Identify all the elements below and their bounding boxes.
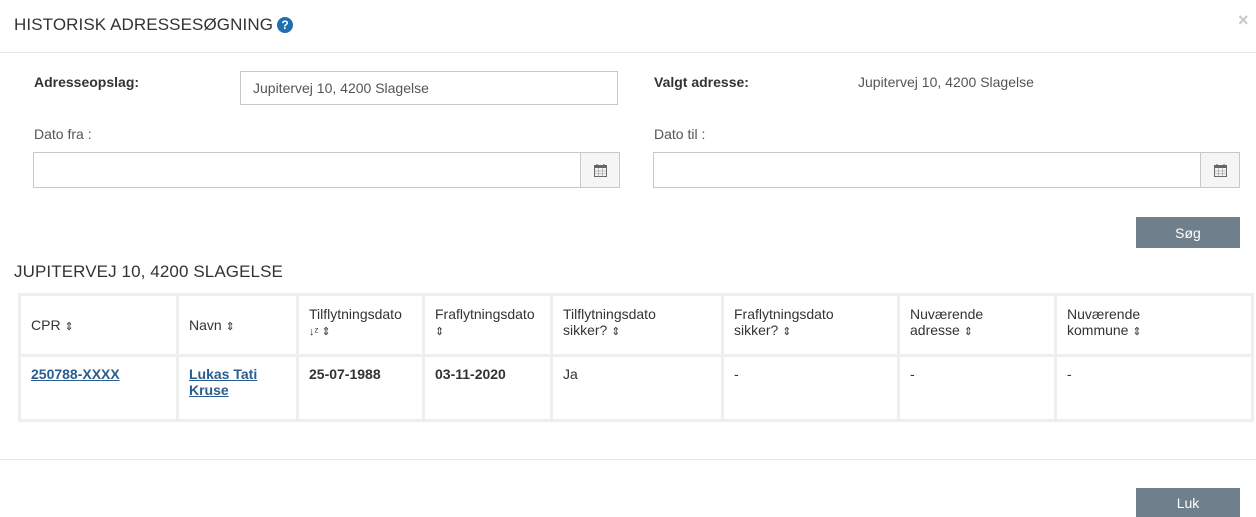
close-icon[interactable]: × xyxy=(1238,10,1249,31)
date-from-label: Dato fra : xyxy=(34,126,92,142)
sort-icon[interactable]: ⇕ xyxy=(611,326,620,338)
column-header-tilflytningsdato[interactable]: Tilflytningsdato ↓ᶻ ⇕ xyxy=(299,296,425,357)
sort-icon[interactable]: ⇕ xyxy=(964,326,973,338)
column-header-navn[interactable]: Navn ⇕ xyxy=(179,296,299,357)
column-header-cpr[interactable]: CPR ⇕ xyxy=(21,296,179,357)
table-header-row: CPR ⇕ Navn ⇕ Tilflytningsdato ↓ᶻ ⇕ Frafl… xyxy=(21,296,1251,357)
column-header-label: Tilflytningsdato xyxy=(563,306,656,322)
column-header-label: Tilflytningsdato xyxy=(309,306,402,322)
sort-icon[interactable]: ⇕ xyxy=(318,326,331,338)
date-to-calendar-button[interactable] xyxy=(1200,152,1240,188)
column-header-nuvaerende-kommune[interactable]: Nuværende kommune ⇕ xyxy=(1057,296,1251,357)
table-row: 250788-XXXX Lukas Tati Kruse 25-07-1988 0… xyxy=(21,357,1251,419)
footer-divider xyxy=(0,459,1256,460)
name-link-line1: Lukas Tati xyxy=(189,366,258,382)
cell-cpr: 250788-XXXX xyxy=(21,357,179,419)
column-header-label: Nuværende xyxy=(1067,306,1141,322)
date-from-input[interactable] xyxy=(33,152,580,188)
column-header-fraflytning-sikker[interactable]: Fraflytningsdato sikker? ⇕ xyxy=(724,296,900,357)
selected-address-value: Jupitervej 10, 4200 Slagelse xyxy=(858,74,1034,90)
search-button[interactable]: Søg xyxy=(1136,217,1240,248)
modal-title: HISTORISK ADRESSESØGNING ? xyxy=(14,15,294,35)
column-header-nuvaerende-adresse[interactable]: Nuværende adresse ⇕ xyxy=(900,296,1057,357)
modal-header: HISTORISK ADRESSESØGNING ? × xyxy=(0,0,1256,53)
column-header-label: Navn xyxy=(189,317,222,333)
column-header-label: Fraflytningsdato xyxy=(734,306,834,322)
date-to-group xyxy=(653,152,1240,188)
cell-tilflytningsdato: 25-07-1988 xyxy=(299,357,425,419)
cell-fraflytningsdato: 03-11-2020 xyxy=(425,357,553,419)
help-icon[interactable]: ? xyxy=(277,17,294,33)
results-title: JUPITERVEJ 10, 4200 SLAGELSE xyxy=(14,262,283,281)
column-header-label: Fraflytningsdato xyxy=(435,306,535,322)
column-header-label: CPR xyxy=(31,317,61,333)
cell-nuvaerende-adresse: - xyxy=(900,357,1057,419)
column-header-label: Nuværende xyxy=(910,306,984,322)
cell-navn: Lukas Tati Kruse xyxy=(179,357,299,419)
address-lookup-input[interactable] xyxy=(240,71,618,105)
address-lookup-label: Adresseopslag: xyxy=(34,74,140,90)
sort-icon[interactable]: ⇕ xyxy=(64,321,73,333)
date-to-label: Dato til : xyxy=(654,126,706,142)
calendar-icon xyxy=(593,163,607,177)
sort-icon[interactable]: ⇕ xyxy=(226,321,235,333)
calendar-icon xyxy=(1213,163,1227,177)
column-header-label-2: adresse xyxy=(910,322,960,338)
sort-icon[interactable]: ⇕ xyxy=(782,326,791,338)
cell-tilflytning-sikker: Ja xyxy=(553,357,724,419)
column-header-label-2: sikker? xyxy=(734,322,779,338)
cell-nuvaerende-kommune: - xyxy=(1067,366,1072,382)
close-button[interactable]: Luk xyxy=(1136,488,1240,517)
cpr-link[interactable]: 250788-XXXX xyxy=(31,366,120,382)
date-from-calendar-button[interactable] xyxy=(580,152,620,188)
name-link[interactable]: Lukas Tati Kruse xyxy=(189,366,257,398)
column-header-fraflytningsdato[interactable]: Fraflytningsdato ⇕ xyxy=(425,296,553,357)
results-table: CPR ⇕ Navn ⇕ Tilflytningsdato ↓ᶻ ⇕ Frafl… xyxy=(18,293,1254,422)
column-header-label-2: sikker? xyxy=(563,322,608,338)
modal-title-text: HISTORISK ADRESSESØGNING xyxy=(14,15,274,34)
name-link-line2: Kruse xyxy=(189,382,229,398)
selected-address-label: Valgt adresse: xyxy=(654,74,749,90)
sort-icon[interactable]: ⇕ xyxy=(1132,326,1141,338)
cell-fraflytning-sikker: - xyxy=(724,357,900,419)
date-from-group xyxy=(33,152,620,188)
column-header-label-2: kommune xyxy=(1067,322,1129,338)
sort-icon[interactable]: ⇕ xyxy=(435,326,444,338)
column-header-tilflytning-sikker[interactable]: Tilflytningsdato sikker? ⇕ xyxy=(553,296,724,357)
date-to-input[interactable] xyxy=(653,152,1200,188)
